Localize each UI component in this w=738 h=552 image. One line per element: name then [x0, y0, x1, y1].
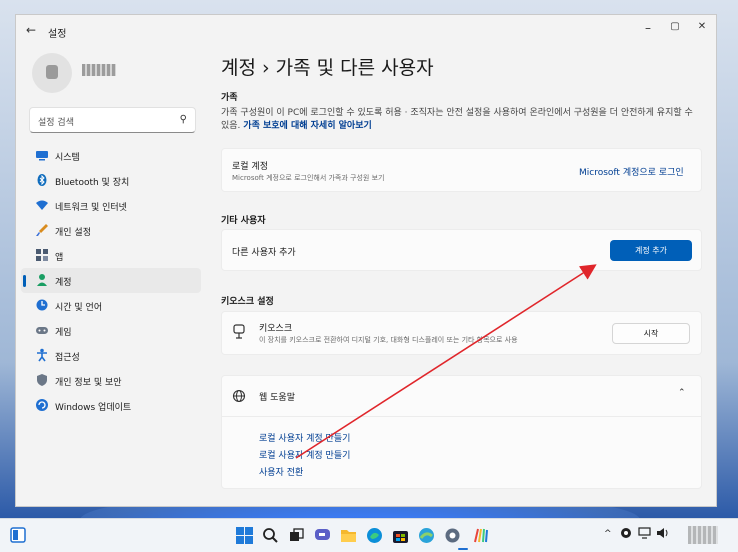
clock-redacted[interactable]: [688, 526, 718, 544]
maps-icon[interactable]: [418, 527, 435, 544]
settings-gear-icon[interactable]: [444, 527, 461, 544]
edge-icon[interactable]: [366, 527, 383, 544]
task-view-icon[interactable]: [288, 527, 305, 544]
start-button-icon[interactable]: [236, 527, 253, 544]
volume-icon[interactable]: [656, 527, 669, 542]
tray-app-icon[interactable]: [620, 527, 632, 542]
search-icon[interactable]: [262, 527, 279, 544]
widgets-icon[interactable]: [10, 527, 26, 547]
paint-icon[interactable]: [472, 527, 489, 544]
tray-overflow-caret[interactable]: ^: [604, 529, 612, 539]
annotation-arrow: [295, 264, 597, 459]
taskbar: ^: [0, 518, 738, 552]
monitor-tray-icon[interactable]: [638, 527, 651, 542]
active-app-indicator: [458, 548, 468, 550]
file-explorer-icon[interactable]: [340, 527, 357, 544]
teams-chat-icon[interactable]: [314, 527, 331, 544]
store-icon[interactable]: [392, 527, 409, 544]
